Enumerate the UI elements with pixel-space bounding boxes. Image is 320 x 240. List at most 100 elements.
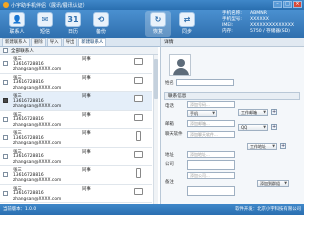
contact-group: 同事 — [82, 149, 91, 155]
contact-row[interactable]: 张三 13616728816 zhangsan@XXXX.com 同事 — [0, 111, 152, 129]
select-all-checkbox[interactable] — [3, 48, 8, 53]
contact-checkbox[interactable] — [3, 79, 8, 85]
add-im-button[interactable]: + — [271, 124, 277, 130]
address-detail-field[interactable] — [187, 160, 235, 170]
tab-new-contact-active[interactable]: 新建联系人 — [78, 38, 107, 46]
contact-list: 张三 13616728816 zhangsan@XXXX.com 同事 张三 1… — [0, 55, 152, 204]
sim-card-icon — [134, 113, 143, 121]
contact-row[interactable]: 张三 13616728816 zhangsan@XXXX.com 同事 — [0, 129, 152, 148]
contact-group: 同事 — [82, 57, 91, 62]
contact-email: zhangsan@XXXX.com — [13, 178, 62, 183]
toolbar-sync-button[interactable]: ⇄ 同步 — [174, 11, 200, 37]
im-input[interactable]: 添加聊天软件... — [187, 131, 235, 138]
tab-delete[interactable]: 删除 — [30, 38, 46, 46]
contact-phone: 13616728816 — [13, 98, 44, 104]
toolbar-backup-button[interactable]: ⟲ 备份 — [88, 11, 114, 37]
contact-row[interactable]: 张三 13616728816 zhangsan@XXXX.com 同事 — [0, 148, 152, 166]
contact-group: 同事 — [82, 168, 91, 173]
im-type-select[interactable]: QQ ▼ — [238, 124, 268, 131]
toolbar-restore-button[interactable]: ↻ 恢复 — [145, 11, 171, 37]
scrollbar-thumb[interactable] — [154, 59, 158, 99]
contact-checkbox[interactable] — [3, 172, 8, 177]
window-controls: – □ × — [273, 1, 302, 8]
list-header-label: 全部联系人 — [11, 48, 34, 54]
tab-import[interactable]: 导入 — [46, 38, 62, 46]
contact-checkbox[interactable] — [3, 135, 8, 140]
contact-group: 同事 — [82, 112, 91, 118]
contact-email: zhangsan@XXXX.com — [13, 67, 62, 72]
sim-card-icon — [134, 187, 143, 195]
note-label: 备注 — [165, 180, 174, 185]
contact-email: zhangsan@XXXX.com — [13, 122, 62, 128]
toolbar-calendar-button[interactable]: 31 日历 — [60, 11, 86, 37]
contact-email: zhangsan@XXXX.com — [13, 159, 62, 165]
tab-export[interactable]: 导出 — [62, 38, 78, 46]
company-label: 公司 — [165, 162, 174, 167]
toolbar-backup-label: 备份 — [95, 29, 106, 35]
avatar-icon[interactable] — [169, 54, 191, 76]
maximize-button[interactable]: □ — [283, 1, 292, 8]
sim-card-icon — [134, 58, 143, 65]
phone-type-select[interactable]: 手机 ▼ — [187, 110, 217, 117]
toolbar-sms-button[interactable]: ✉ 短信 — [32, 11, 58, 37]
contact-phone: 13616728816 — [13, 172, 44, 178]
phone-device-icon — [136, 131, 141, 141]
note-field[interactable] — [187, 186, 235, 196]
status-bar: 当前版本：1.0.0 软件开发：北京小宇科技有限公司 — [0, 204, 304, 215]
sim-card-icon — [134, 76, 143, 84]
contact-checkbox[interactable] — [3, 116, 8, 122]
close-button[interactable]: × — [293, 1, 302, 8]
contact-checkbox[interactable] — [3, 61, 8, 66]
title-bar: 小宇助手机伴侣（展讯/展讯认证） – □ × — [0, 0, 304, 10]
contact-row[interactable]: 张三 13616728816 zhangsan@XXXX.com 同事 — [0, 185, 152, 203]
sms-icon: ✉ — [37, 12, 53, 27]
contact-phone: 13616728816 — [13, 117, 44, 122]
phone-input[interactable]: 添加号码... — [187, 101, 235, 108]
email-input[interactable]: 添加邮箱... — [187, 120, 235, 127]
phone-type-value: 手机 — [190, 111, 198, 116]
name-label: 姓名 — [165, 81, 174, 86]
info-value: 5750 / 存储器(SD) — [250, 29, 290, 34]
list-header: 全部联系人 — [0, 47, 158, 55]
contact-group: 同事 — [82, 186, 91, 192]
group-select[interactable]: 添加到群组 ▼ — [257, 180, 289, 187]
company-input[interactable]: 添加公司... — [187, 172, 235, 179]
contact-row[interactable]: 张三 13616728816 zhangsan@XXXX.com 同事 — [0, 55, 152, 74]
contact-checkbox[interactable] — [3, 98, 8, 103]
device-info: 手机名称: ABMNR 手机型号: XXXXXX IMEI: XXXXXXXXXXXX… — [222, 11, 300, 35]
address-input[interactable]: 添加地址... — [187, 151, 235, 158]
contact-email: zhangsan@XXXX.com — [13, 104, 62, 109]
im-type-value: QQ — [241, 125, 248, 130]
contact-phone: 13616728816 — [13, 135, 44, 141]
email-type-select[interactable]: 工作邮箱 ▼ — [238, 109, 268, 116]
add-email-button[interactable]: + — [271, 109, 277, 115]
minimize-button[interactable]: – — [273, 1, 282, 8]
contact-checkbox[interactable] — [3, 153, 8, 159]
email-type-value: 工作邮箱 — [241, 110, 257, 115]
contact-checkbox[interactable] — [3, 190, 8, 196]
contact-row[interactable]: 张三 13616728816 zhangsan@XXXX.com 同事 — [0, 166, 152, 185]
list-scrollbar[interactable] — [153, 55, 158, 204]
contact-row-selected[interactable]: 张三 13616728816 zhangsan@XXXX.com 同事 — [0, 92, 152, 111]
contact-phone: 13616728816 — [13, 80, 44, 85]
sync-icon: ⇄ — [179, 12, 195, 27]
avatar-head — [177, 59, 185, 67]
device-info-row: 内存: 5750 / 存储器(SD) — [222, 29, 300, 35]
contact-group: 同事 — [82, 94, 91, 99]
tab-new-contact[interactable]: 新建联系人 — [2, 38, 30, 46]
chevron-down-icon: ▼ — [212, 111, 215, 115]
backup-icon: ⟲ — [93, 12, 109, 27]
im-label: 聊天软件 — [165, 132, 183, 137]
add-address-button[interactable]: + — [280, 143, 286, 149]
toolbar-contacts-button[interactable]: 👤 联系人 — [4, 11, 30, 37]
address-type-select[interactable]: 工作地址 ▼ — [247, 143, 277, 150]
name-field[interactable] — [176, 79, 234, 86]
action-tabs: 新建联系人 删除 导入 导出 新建联系人 — [0, 38, 160, 47]
sim-card-icon — [134, 150, 143, 158]
developer-text: 软件开发：北京小宇科技有限公司 — [235, 207, 301, 212]
info-key: 内存: — [222, 29, 233, 34]
contact-row[interactable]: 张三 13616728816 zhangsan@XXXX.com 同事 — [0, 74, 152, 92]
toolbar-restore-label: 恢复 — [152, 29, 163, 35]
toolbar-contacts-label: 联系人 — [9, 29, 25, 35]
calendar-icon: 31 — [65, 12, 81, 27]
